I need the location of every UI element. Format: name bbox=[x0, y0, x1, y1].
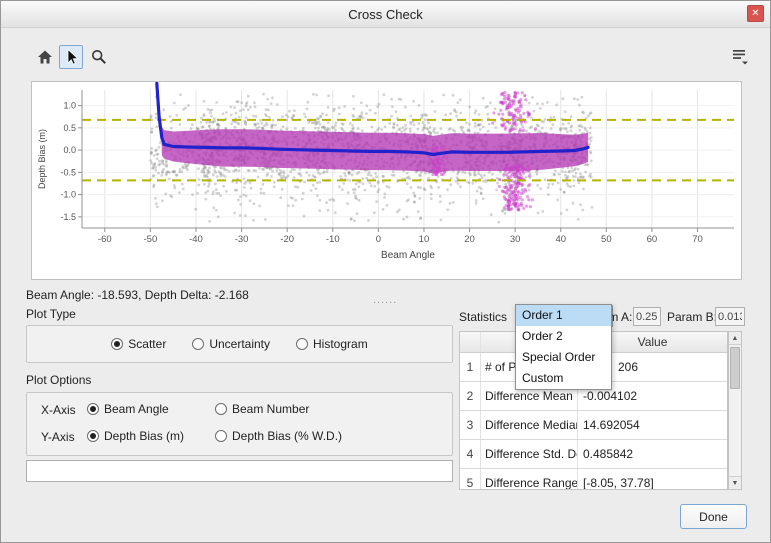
row-name: Difference Range bbox=[480, 469, 577, 490]
svg-text:0.5: 0.5 bbox=[63, 123, 76, 133]
table-scrollbar[interactable]: ▲ ▼ bbox=[728, 331, 742, 490]
scroll-down-icon[interactable]: ▼ bbox=[729, 476, 741, 489]
radio-scatter[interactable]: Scatter bbox=[111, 337, 166, 351]
svg-text:Beam Angle: Beam Angle bbox=[381, 250, 435, 261]
row-index: 5 bbox=[460, 476, 480, 490]
radio-scatter-label: Scatter bbox=[128, 337, 166, 351]
dialog-title: Cross Check bbox=[1, 1, 770, 28]
zoom-icon bbox=[90, 48, 108, 66]
row-value: 0.485842 bbox=[577, 440, 727, 468]
x-axis-label: X-Axis bbox=[41, 403, 76, 417]
svg-text:-20: -20 bbox=[280, 234, 294, 245]
popup-item-custom[interactable]: Custom bbox=[516, 368, 611, 389]
row-value: 14.692054 bbox=[577, 411, 727, 439]
home-button[interactable] bbox=[33, 45, 57, 69]
statistics-label: Statistics bbox=[459, 310, 507, 324]
radio-depth-bias-m[interactable]: Depth Bias (m) bbox=[87, 429, 184, 443]
row-index: 3 bbox=[460, 418, 480, 432]
radio-depth-bias-pct-circle[interactable] bbox=[215, 430, 227, 442]
svg-text:0.0: 0.0 bbox=[63, 145, 76, 155]
radio-histogram[interactable]: Histogram bbox=[296, 337, 368, 351]
plot-options-label: Plot Options bbox=[26, 373, 91, 387]
plot-menu-icon bbox=[730, 47, 750, 67]
splitter-grip[interactable]: ...... bbox=[373, 294, 397, 306]
plot-canvas[interactable]: -60 -50 -40 -30 -20 -10 0 10 20 30 40 50 60 70 1.0 0.5 0… bbox=[32, 82, 741, 282]
radio-histogram-circle[interactable] bbox=[296, 338, 308, 350]
y-axis-label: Y-Axis bbox=[41, 430, 75, 444]
plot-options-group: X-Axis Beam Angle Beam Number Y-Axis Dep… bbox=[26, 392, 453, 456]
svg-text:70: 70 bbox=[692, 234, 703, 245]
radio-beam-angle-label: Beam Angle bbox=[104, 402, 169, 416]
svg-text:-30: -30 bbox=[235, 234, 249, 245]
radio-beam-number[interactable]: Beam Number bbox=[215, 402, 309, 416]
svg-text:40: 40 bbox=[555, 234, 566, 245]
row-value: [-8.05, 37.78] bbox=[577, 469, 727, 490]
svg-text:10: 10 bbox=[419, 234, 430, 245]
radio-uncertainty-label: Uncertainty bbox=[209, 337, 270, 351]
row-name: Difference Median bbox=[480, 411, 577, 439]
radio-depth-bias-m-circle[interactable] bbox=[87, 430, 99, 442]
radio-depth-bias-pct[interactable]: Depth Bias (% W.D.) bbox=[215, 429, 342, 443]
row-name: Difference Std. Dev bbox=[480, 440, 577, 468]
svg-text:0: 0 bbox=[376, 234, 381, 245]
param-b-field[interactable] bbox=[715, 307, 745, 326]
popup-item-special-order[interactable]: Special Order bbox=[516, 347, 611, 368]
radio-beam-angle-circle[interactable] bbox=[87, 403, 99, 415]
radio-beam-angle[interactable]: Beam Angle bbox=[87, 402, 169, 416]
done-button[interactable]: Done bbox=[680, 504, 747, 529]
radio-beam-number-label: Beam Number bbox=[232, 402, 309, 416]
svg-text:-1.0: -1.0 bbox=[60, 190, 76, 200]
cursor-readout: Beam Angle: -18.593, Depth Delta: -2.168 bbox=[26, 288, 249, 302]
radio-depth-bias-m-label: Depth Bias (m) bbox=[104, 429, 184, 443]
table-row[interactable]: 5 Difference Range [-8.05, 37.78] bbox=[460, 469, 727, 490]
popup-item-order-1[interactable]: Order 1 bbox=[516, 305, 611, 326]
radio-beam-number-circle[interactable] bbox=[215, 403, 227, 415]
radio-depth-bias-pct-label: Depth Bias (% W.D.) bbox=[232, 429, 342, 443]
titlebar[interactable]: Cross Check ✕ bbox=[1, 1, 770, 28]
close-icon[interactable]: ✕ bbox=[747, 5, 764, 22]
svg-text:20: 20 bbox=[464, 234, 475, 245]
svg-text:-0.5: -0.5 bbox=[60, 167, 76, 177]
pointer-icon bbox=[62, 48, 80, 66]
home-icon bbox=[36, 48, 54, 66]
header-index bbox=[460, 332, 480, 352]
plot-menu-button[interactable] bbox=[727, 45, 753, 69]
svg-text:1.0: 1.0 bbox=[63, 101, 76, 111]
radio-uncertainty-circle[interactable] bbox=[192, 338, 204, 350]
svg-text:-40: -40 bbox=[189, 234, 203, 245]
svg-text:30: 30 bbox=[510, 234, 521, 245]
table-row[interactable]: 3 Difference Median 14.692054 bbox=[460, 411, 727, 440]
row-index: 4 bbox=[460, 447, 480, 461]
plot-type-label: Plot Type bbox=[26, 307, 76, 321]
radio-scatter-circle[interactable] bbox=[111, 338, 123, 350]
pointer-tool-button[interactable] bbox=[59, 45, 83, 69]
scrollbar-thumb[interactable] bbox=[730, 347, 740, 389]
svg-text:60: 60 bbox=[647, 234, 658, 245]
param-b-label: Param B: bbox=[667, 310, 717, 324]
param-a-field[interactable] bbox=[633, 307, 661, 326]
popup-item-order-2[interactable]: Order 2 bbox=[516, 326, 611, 347]
svg-text:-60: -60 bbox=[98, 234, 112, 245]
svg-text:-50: -50 bbox=[144, 234, 158, 245]
table-row[interactable]: 4 Difference Std. Dev 0.485842 bbox=[460, 440, 727, 469]
plot-type-group: Scatter Uncertainty Histogram bbox=[26, 325, 453, 363]
cross-check-dialog: Cross Check ✕ -60 -50 -40 -30 -20 -10 0 10 20 30 4… bbox=[0, 0, 771, 543]
zoom-tool-button[interactable] bbox=[87, 45, 111, 69]
radio-uncertainty[interactable]: Uncertainty bbox=[192, 337, 270, 351]
row-index: 1 bbox=[460, 360, 480, 374]
svg-text:50: 50 bbox=[601, 234, 612, 245]
crosscheck-plot[interactable]: -60 -50 -40 -30 -20 -10 0 10 20 30 40 50 60 70 1.0 0.5 0… bbox=[31, 81, 742, 280]
radio-histogram-label: Histogram bbox=[313, 337, 368, 351]
statistics-order-popup: Order 1 Order 2 Special Order Custom bbox=[515, 304, 612, 390]
svg-text:-10: -10 bbox=[326, 234, 340, 245]
scroll-up-icon[interactable]: ▲ bbox=[729, 332, 741, 345]
text-input[interactable] bbox=[26, 460, 453, 482]
svg-text:-1.5: -1.5 bbox=[60, 212, 76, 222]
row-index: 2 bbox=[460, 389, 480, 403]
svg-text:Depth Bias (m): Depth Bias (m) bbox=[37, 129, 47, 189]
